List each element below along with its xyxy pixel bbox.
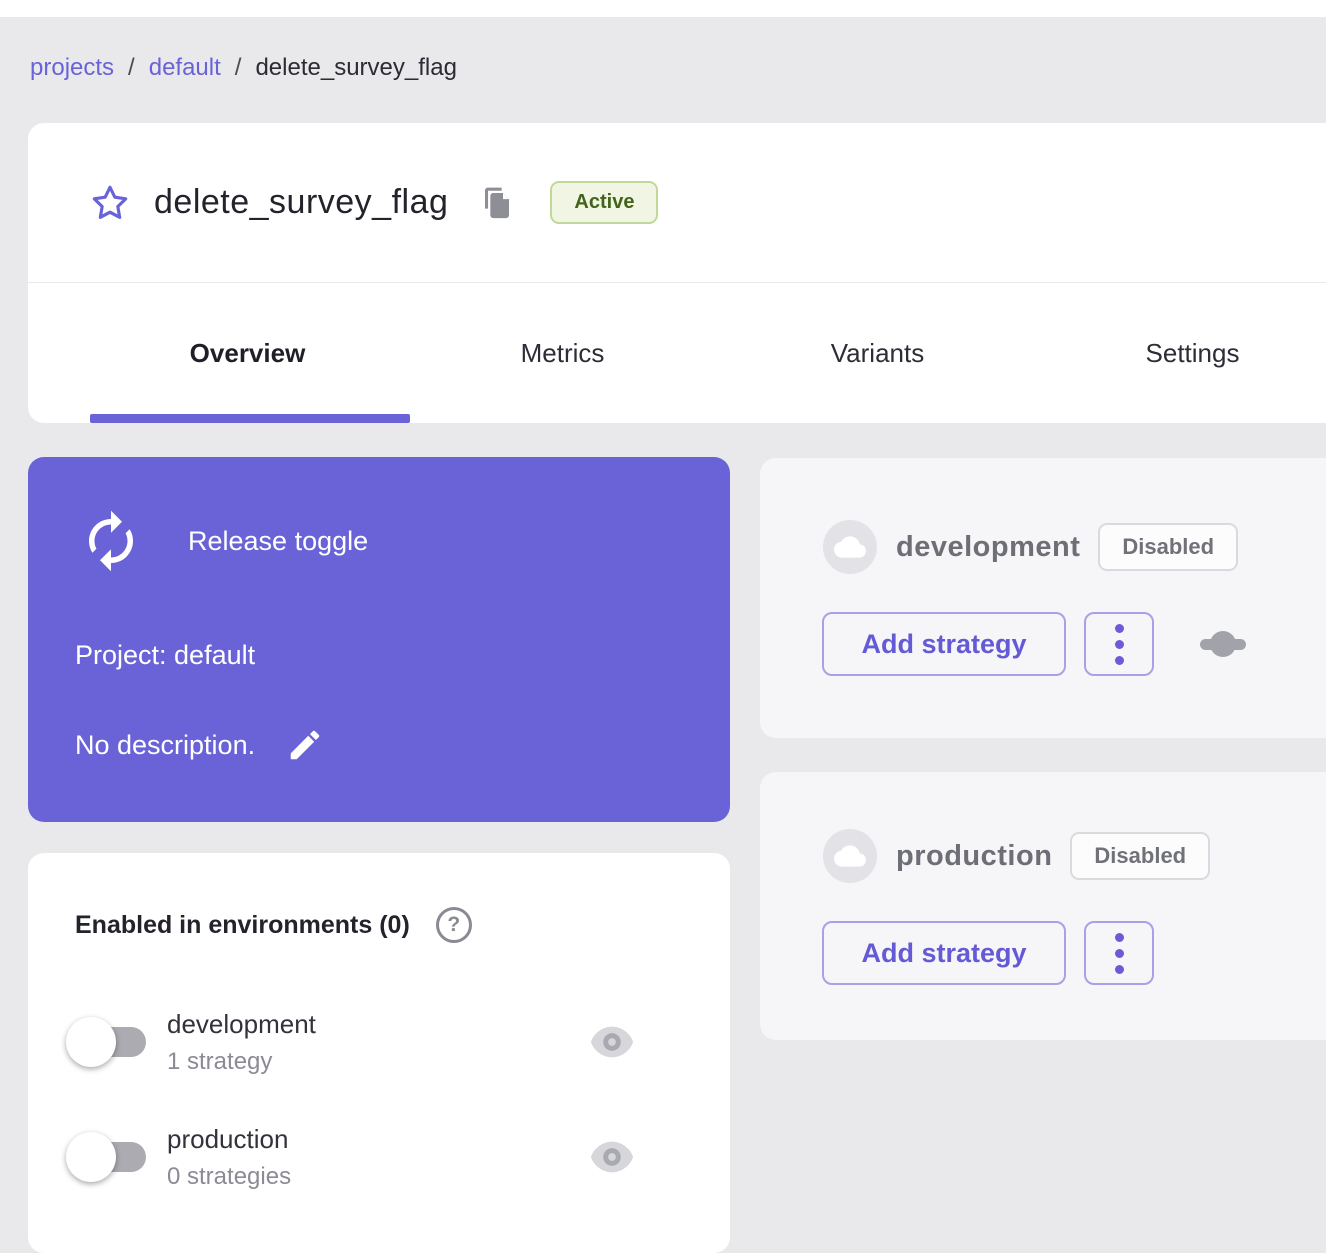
breadcrumb-projects[interactable]: projects: [30, 54, 114, 82]
eye-icon[interactable]: [589, 1136, 635, 1178]
tab-label: Overview: [190, 338, 306, 369]
pencil-icon: [286, 726, 324, 764]
kebab-menu-icon[interactable]: [1084, 921, 1154, 985]
development-strategy-panel: development Disabled Add strategy: [760, 458, 1326, 738]
tab-settings[interactable]: Settings: [1035, 284, 1326, 423]
copy-icon: [481, 185, 513, 221]
status-badge: Active: [550, 181, 658, 224]
edit-description-button[interactable]: [285, 725, 325, 765]
description-text: No description.: [75, 730, 255, 761]
tab-label: Variants: [831, 338, 924, 369]
production-strategy-panel: production Disabled Add strategy: [760, 772, 1326, 1040]
slider-icon: [1200, 630, 1246, 658]
project-label: Project: default: [75, 640, 255, 671]
star-outline-icon: [90, 183, 130, 223]
description-row: No description.: [75, 725, 325, 765]
environment-status-badge: Disabled: [1098, 523, 1238, 571]
flag-header-card: delete_survey_flag Active Overview Metri…: [28, 123, 1326, 423]
eye-icon[interactable]: [589, 1021, 635, 1063]
breadcrumb-default[interactable]: default: [149, 54, 221, 82]
flag-type-card: Release toggle Project: default No descr…: [28, 457, 730, 822]
env-row-production: production 0 strategies: [66, 1115, 690, 1199]
breadcrumb-separator: /: [128, 54, 135, 82]
development-toggle[interactable]: [66, 1015, 146, 1069]
cloud-icon: [834, 843, 866, 869]
flag-type-row: Release toggle: [78, 501, 368, 581]
environment-name: production: [896, 840, 1052, 873]
add-strategy-button[interactable]: Add strategy: [822, 921, 1066, 985]
environment-avatar: [823, 829, 877, 883]
active-tab-underline: [90, 414, 410, 423]
flag-type-label: Release toggle: [188, 526, 368, 557]
enabled-environments-header: Enabled in environments (0): [75, 907, 472, 943]
top-white-strip: [0, 0, 1326, 17]
tab-label: Metrics: [521, 338, 605, 369]
breadcrumb: projects / default / delete_survey_flag: [30, 54, 457, 82]
add-strategy-button[interactable]: Add strategy: [822, 612, 1066, 676]
copy-name-button[interactable]: [480, 184, 514, 222]
favorite-button[interactable]: [90, 183, 130, 223]
environment-status-badge: Disabled: [1070, 832, 1210, 880]
cloud-icon: [834, 534, 866, 560]
tab-metrics[interactable]: Metrics: [405, 284, 720, 423]
tab-variants[interactable]: Variants: [720, 284, 1035, 423]
page-title: delete_survey_flag: [154, 183, 448, 222]
tab-label: Settings: [1146, 338, 1240, 369]
env-row-development: development 1 strategy: [66, 1000, 690, 1084]
environment-name: development: [896, 531, 1080, 564]
enabled-environments-card: Enabled in environments (0) development …: [28, 853, 730, 1253]
env-row-strategy-count: 0 strategies: [167, 1163, 291, 1191]
env-row-name: development: [167, 1009, 316, 1040]
kebab-menu-icon[interactable]: [1084, 612, 1154, 676]
cycle-arrows-icon: [78, 501, 144, 581]
tab-bar: Overview Metrics Variants Settings: [28, 284, 1326, 423]
environment-avatar: [823, 520, 877, 574]
breadcrumb-separator: /: [235, 54, 242, 82]
enabled-environments-title: Enabled in environments (0): [75, 911, 410, 940]
question-circle-icon[interactable]: [436, 907, 472, 943]
tab-overview[interactable]: Overview: [90, 284, 405, 423]
production-toggle[interactable]: [66, 1130, 146, 1184]
env-row-name: production: [167, 1124, 291, 1155]
flag-title-row: delete_survey_flag Active: [28, 123, 1326, 283]
breadcrumb-current: delete_survey_flag: [255, 54, 456, 82]
env-row-strategy-count: 1 strategy: [167, 1048, 316, 1076]
